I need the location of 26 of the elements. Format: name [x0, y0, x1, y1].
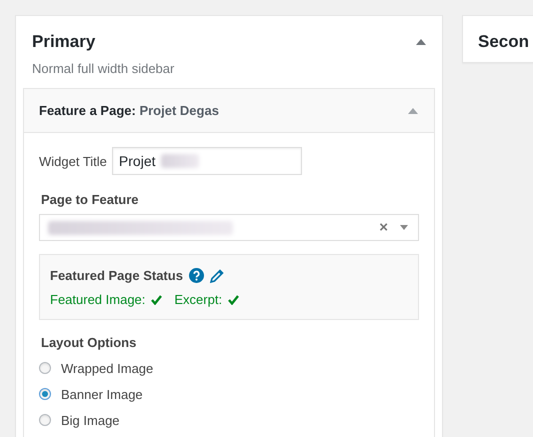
radio-button[interactable]	[39, 362, 51, 374]
radio-button[interactable]	[39, 414, 51, 426]
section-label: Layout Options	[41, 335, 138, 350]
radio-label: Wrapped Image	[61, 360, 154, 376]
radio-button[interactable]	[39, 388, 51, 400]
widget-header[interactable]: Feature a Page: Projet Degas	[24, 89, 434, 133]
panel-description: Normal full width sidebar	[31, 60, 176, 78]
panel-title: Primary	[32, 32, 96, 52]
status-label: Featured Image:	[50, 292, 146, 307]
status-title: Featured Page Status	[50, 268, 183, 283]
field-label: Page to Feature	[41, 192, 140, 207]
help-icon[interactable]	[188, 268, 204, 283]
field-value: Projet	[118, 153, 156, 169]
radio-label: Banner Image	[61, 386, 143, 402]
status-label: Excerpt:	[174, 292, 222, 307]
panel-title: Secon	[478, 32, 530, 51]
dropdown-arrow-icon[interactable]	[400, 225, 408, 230]
pencil-icon[interactable]	[210, 268, 224, 282]
widget-title-field[interactable]: Projet	[112, 147, 302, 175]
collapse-icon[interactable]	[416, 39, 426, 45]
clear-button[interactable]: ×	[379, 219, 388, 236]
widget-title: Feature a Page: Projet Degas	[39, 103, 219, 118]
field-label: Widget Title	[39, 154, 107, 168]
page-select[interactable]: ×	[39, 214, 419, 241]
collapse-icon[interactable]	[408, 108, 418, 114]
radio-label: Big Image	[61, 412, 120, 428]
